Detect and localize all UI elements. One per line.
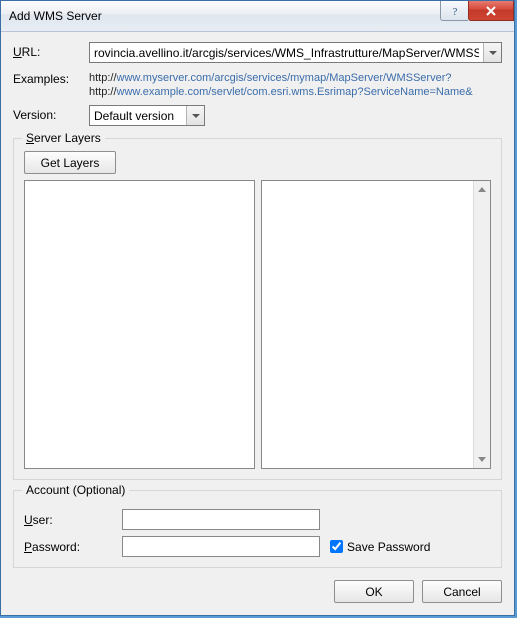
account-group: Account (Optional) User: Password: Save … bbox=[13, 490, 502, 568]
examples-row: Examples: http://www.myserver.com/arcgis… bbox=[13, 69, 502, 99]
version-selected: Default version bbox=[90, 109, 186, 123]
chevron-down-icon bbox=[489, 51, 497, 55]
url-combo[interactable] bbox=[89, 42, 502, 63]
version-row: Version: Default version bbox=[13, 105, 502, 126]
chevron-down-icon bbox=[478, 457, 486, 462]
examples-text: http://www.myserver.com/arcgis/services/… bbox=[89, 69, 473, 99]
server-layers-legend: Server Layers bbox=[22, 131, 105, 145]
version-combo[interactable]: Default version bbox=[89, 105, 205, 126]
cancel-button[interactable]: Cancel bbox=[422, 580, 502, 603]
save-password-checkbox[interactable]: Save Password bbox=[330, 540, 430, 554]
chevron-up-icon bbox=[478, 187, 486, 192]
help-icon: ? bbox=[450, 5, 460, 17]
dialog-window: Add WMS Server ? URL: bbox=[0, 0, 515, 616]
ok-button[interactable]: OK bbox=[334, 580, 414, 603]
close-icon bbox=[485, 5, 497, 17]
layers-list-right[interactable] bbox=[261, 180, 492, 469]
password-row: Password: Save Password bbox=[24, 536, 491, 557]
titlebar: Add WMS Server ? bbox=[1, 1, 514, 32]
scroll-down-button[interactable] bbox=[476, 453, 489, 466]
server-layers-group: Server Layers Get Layers bbox=[13, 138, 502, 480]
client-area: URL: Examples: http://www.myserver.com/a… bbox=[1, 32, 514, 615]
help-button[interactable]: ? bbox=[440, 1, 468, 21]
password-input[interactable] bbox=[122, 536, 320, 557]
close-button[interactable] bbox=[468, 1, 514, 21]
layers-list-left[interactable] bbox=[24, 180, 255, 469]
version-dropdown-button[interactable] bbox=[186, 106, 204, 125]
save-password-label: Save Password bbox=[347, 540, 430, 554]
right-pane-scrollbar[interactable] bbox=[473, 181, 490, 468]
scroll-up-button[interactable] bbox=[476, 183, 489, 196]
example-line-2: http://www.example.com/servlet/com.esri.… bbox=[89, 85, 473, 99]
window-controls: ? bbox=[440, 1, 514, 21]
right-pane-content bbox=[262, 181, 474, 468]
url-row: URL: bbox=[13, 42, 502, 63]
account-legend: Account (Optional) bbox=[22, 483, 129, 497]
url-label: URL: bbox=[13, 42, 89, 59]
dialog-footer: OK Cancel bbox=[13, 580, 502, 603]
url-dropdown-button[interactable] bbox=[483, 43, 501, 62]
example-line-1: http://www.myserver.com/arcgis/services/… bbox=[89, 71, 473, 85]
version-label: Version: bbox=[13, 105, 89, 122]
chevron-down-icon bbox=[192, 114, 200, 118]
user-input[interactable] bbox=[122, 509, 320, 530]
user-row: User: bbox=[24, 509, 491, 530]
examples-label: Examples: bbox=[13, 69, 89, 86]
window-title: Add WMS Server bbox=[9, 9, 102, 23]
get-layers-button[interactable]: Get Layers bbox=[24, 151, 116, 174]
save-password-input[interactable] bbox=[330, 540, 343, 553]
layers-panes bbox=[24, 180, 491, 469]
url-input[interactable] bbox=[90, 43, 483, 62]
password-label: Password: bbox=[24, 540, 122, 554]
svg-text:?: ? bbox=[452, 6, 457, 17]
user-label: User: bbox=[24, 513, 122, 527]
